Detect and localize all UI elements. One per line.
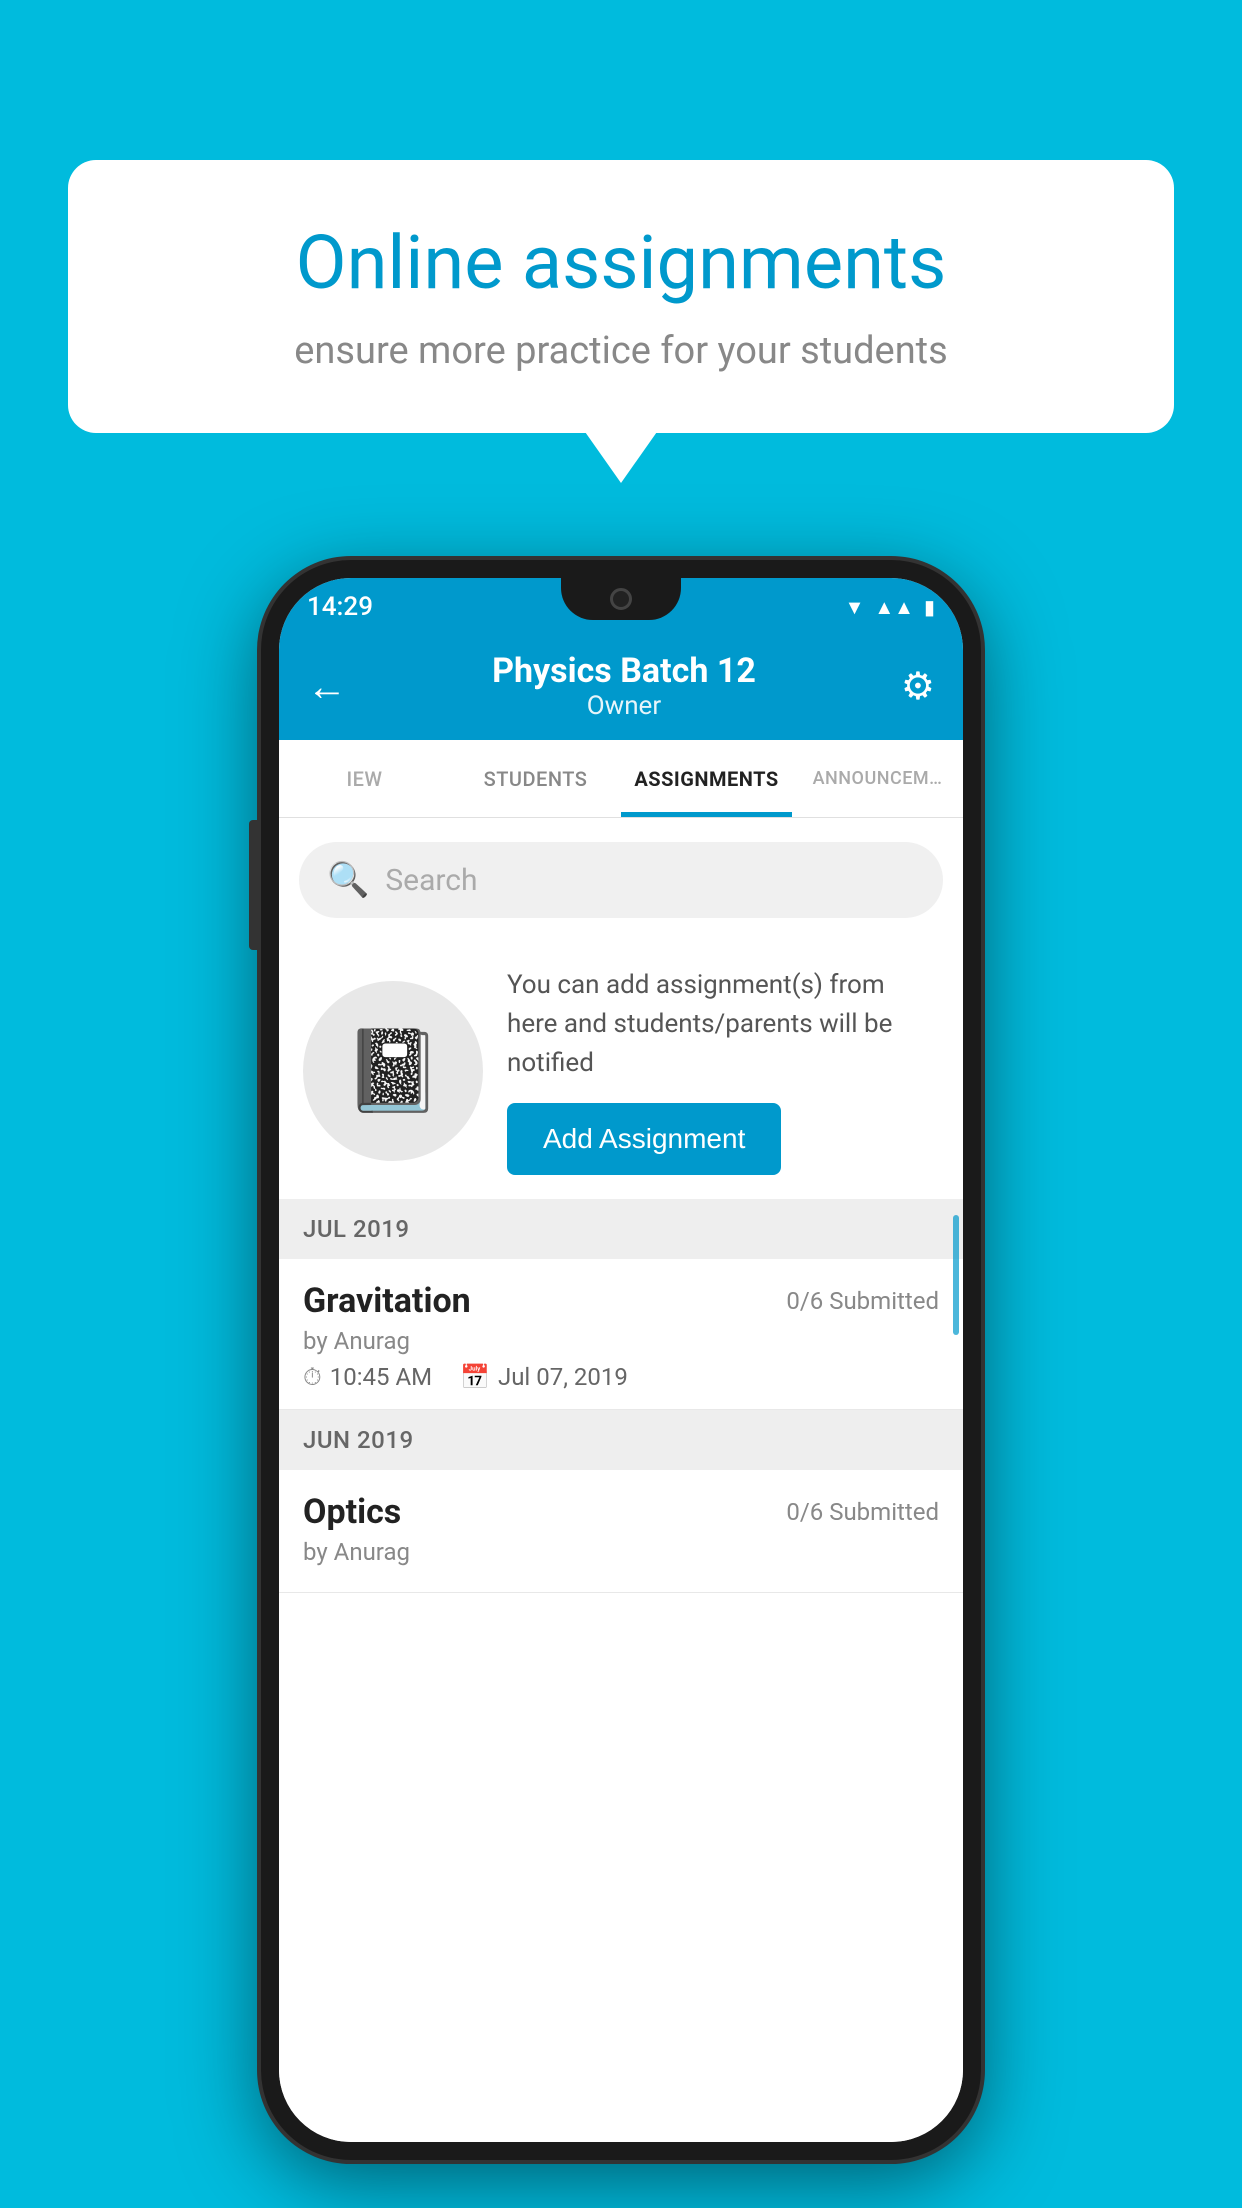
phone-outer: 14:29 ▼ ▲▲ ▮ ← Physics Batch 12 Owner ⚙ … (261, 560, 981, 2160)
signal-icon: ▲▲ (874, 595, 914, 620)
info-panel: 📓 You can add assignment(s) from here an… (279, 942, 963, 1199)
assignment-name-optics: Optics (303, 1492, 401, 1532)
header-title: Physics Batch 12 (492, 651, 756, 691)
notebook-icon: 📓 (343, 1024, 443, 1118)
tab-students[interactable]: STUDENTS (450, 740, 621, 817)
clock-icon: ⏱ (303, 1363, 322, 1391)
settings-icon[interactable]: ⚙ (901, 664, 935, 709)
status-time: 14:29 (307, 592, 373, 622)
wifi-icon: ▼ (845, 595, 865, 620)
info-text-group: You can add assignment(s) from here and … (507, 966, 939, 1175)
search-placeholder: Search (385, 863, 477, 898)
assignment-date: 📅 Jul 07, 2019 (460, 1363, 628, 1391)
assignment-time: ⏱ 10:45 AM (303, 1363, 432, 1391)
assignment-item-optics[interactable]: Optics 0/6 Submitted by Anurag (279, 1470, 963, 1593)
header-title-group: Physics Batch 12 Owner (492, 651, 756, 721)
assignment-row-optics: Optics 0/6 Submitted (303, 1492, 939, 1532)
add-assignment-button[interactable]: Add Assignment (507, 1103, 781, 1175)
assignment-submitted-optics: 0/6 Submitted (786, 1498, 939, 1526)
back-button[interactable]: ← (307, 663, 347, 710)
header-subtitle: Owner (492, 691, 756, 721)
assignment-by-optics: by Anurag (303, 1538, 939, 1566)
phone-screen: 14:29 ▼ ▲▲ ▮ ← Physics Batch 12 Owner ⚙ … (279, 578, 963, 2142)
assignment-submitted: 0/6 Submitted (786, 1287, 939, 1315)
section-header-jul: JUL 2019 (279, 1199, 963, 1259)
calendar-icon: 📅 (460, 1363, 490, 1391)
tab-iew[interactable]: IEW (279, 740, 450, 817)
speech-bubble-subtitle: ensure more practice for your students (138, 329, 1104, 373)
assignment-date-value: Jul 07, 2019 (498, 1363, 628, 1391)
phone-wrapper: 14:29 ▼ ▲▲ ▮ ← Physics Batch 12 Owner ⚙ … (261, 560, 981, 2160)
scroll-indicator (953, 1215, 959, 1335)
assignment-time-value: 10:45 AM (330, 1363, 432, 1391)
assignment-name: Gravitation (303, 1281, 471, 1321)
notch (561, 578, 681, 620)
search-bar[interactable]: 🔍 Search (299, 842, 943, 918)
info-icon-circle: 📓 (303, 981, 483, 1161)
tab-announcements[interactable]: ANNOUNCEM… (792, 740, 963, 817)
assignment-meta: ⏱ 10:45 AM 📅 Jul 07, 2019 (303, 1363, 939, 1391)
section-header-jun: JUN 2019 (279, 1410, 963, 1470)
speech-bubble-container: Online assignments ensure more practice … (68, 160, 1174, 433)
status-icons: ▼ ▲▲ ▮ (845, 595, 935, 620)
content-area: 🔍 Search 📓 You can add assignment(s) fro… (279, 818, 963, 2142)
battery-icon: ▮ (924, 595, 935, 619)
tabs-bar: IEW STUDENTS ASSIGNMENTS ANNOUNCEM… (279, 740, 963, 818)
speech-bubble-title: Online assignments (138, 220, 1104, 309)
info-description: You can add assignment(s) from here and … (507, 966, 939, 1083)
assignment-row: Gravitation 0/6 Submitted (303, 1281, 939, 1321)
assignment-item-gravitation[interactable]: Gravitation 0/6 Submitted by Anurag ⏱ 10… (279, 1259, 963, 1410)
speech-bubble: Online assignments ensure more practice … (68, 160, 1174, 433)
app-header: ← Physics Batch 12 Owner ⚙ (279, 632, 963, 740)
assignment-by: by Anurag (303, 1327, 939, 1355)
tab-assignments[interactable]: ASSIGNMENTS (621, 740, 792, 817)
search-icon: 🔍 (327, 860, 369, 900)
notch-camera (610, 588, 632, 610)
